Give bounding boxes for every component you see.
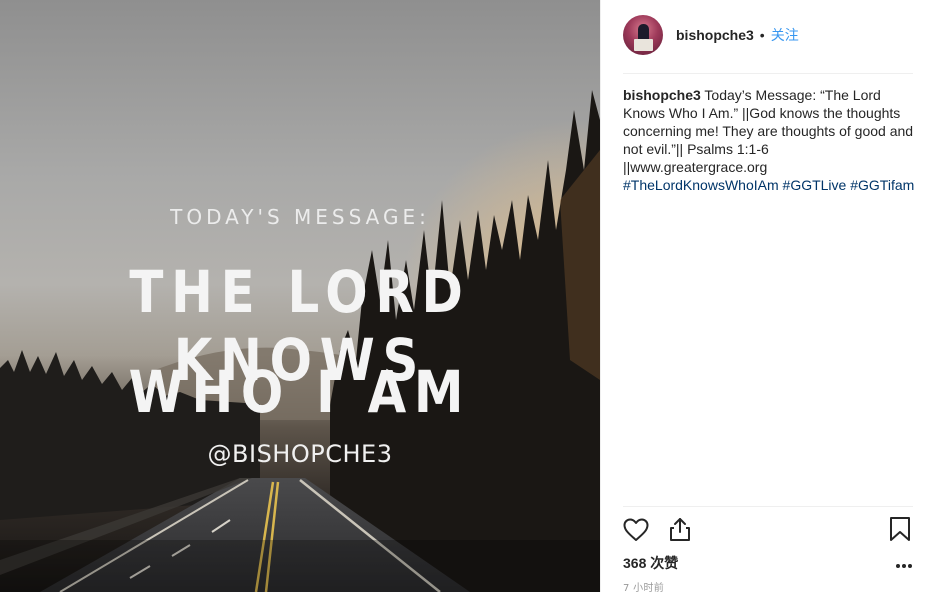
header-divider bbox=[623, 73, 913, 74]
actions-divider bbox=[623, 506, 913, 507]
post-header: bishopche3 • 关注 bbox=[623, 14, 913, 56]
like-count-label: 次赞 bbox=[650, 556, 679, 572]
author-username[interactable]: bishopche3 bbox=[676, 27, 754, 43]
like-count-number: 368 bbox=[623, 555, 647, 571]
post-caption: bishopche3 Today’s Message: “The Lord Kn… bbox=[623, 86, 915, 194]
post-image[interactable]: TODAY'S MESSAGE: THE LORD KNOWS WHO I AM… bbox=[0, 0, 600, 592]
hashtag-link[interactable]: #GGTLive bbox=[783, 177, 847, 193]
separator-dot: • bbox=[759, 27, 765, 43]
action-bar bbox=[623, 514, 915, 548]
post-side-panel: bishopche3 • 关注 bishopche3 Today’s Messa… bbox=[600, 0, 934, 594]
message-title-line-2: WHO I AM bbox=[128, 358, 472, 426]
bookmark-icon[interactable] bbox=[889, 516, 911, 547]
message-kicker: TODAY'S MESSAGE: bbox=[170, 205, 430, 229]
share-icon[interactable] bbox=[667, 516, 693, 547]
more-icon[interactable] bbox=[895, 556, 913, 574]
hashtag-link[interactable]: #GGTifam bbox=[850, 177, 914, 193]
avatar[interactable] bbox=[623, 15, 663, 55]
follow-button[interactable]: 关注 bbox=[771, 25, 799, 45]
hashtag-link[interactable]: #TheLordKnowsWhoIAm bbox=[623, 177, 779, 193]
like-count[interactable]: 368 次赞 bbox=[623, 553, 678, 573]
caption-username[interactable]: bishopche3 bbox=[623, 87, 701, 103]
heart-icon[interactable] bbox=[623, 518, 649, 547]
message-handle: @BISHOPCHE3 bbox=[207, 440, 393, 468]
